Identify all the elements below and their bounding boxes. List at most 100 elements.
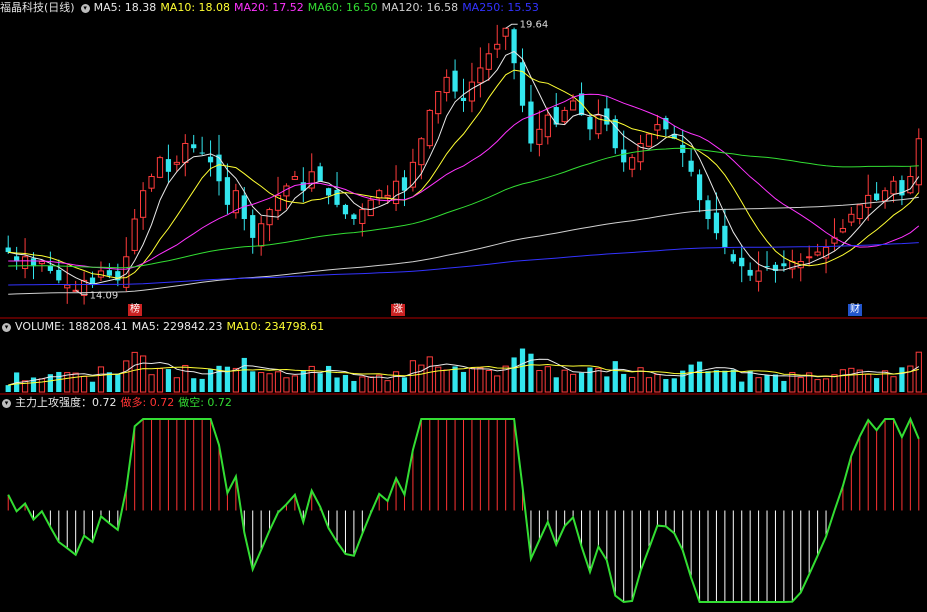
candle-body — [621, 149, 627, 163]
candle-body — [874, 193, 880, 201]
strength-panel-header: ▾ 主力上攻强度：0.72 做多: 0.72 做空: 0.72 — [0, 395, 240, 411]
strength-legend-item-0: 主力上攻强度：0.72 — [15, 396, 117, 409]
volume-bar — [56, 371, 62, 392]
volume-bar — [907, 365, 914, 393]
volume-legend: VOLUME: 188208.41 MA5: 229842.23 MA10: 234… — [15, 320, 328, 333]
strength-legend: 主力上攻强度：0.72 做多: 0.72 做空: 0.72 — [15, 396, 236, 409]
candle-body — [182, 142, 189, 163]
candle-body — [722, 225, 728, 248]
candle-body — [199, 152, 205, 154]
stock-name: 福晶科技(日线) — [0, 1, 75, 14]
candle-body — [856, 204, 863, 220]
candle-body — [173, 161, 180, 165]
volume-bar — [553, 377, 559, 392]
high-label: 19.64 — [520, 19, 549, 30]
candle-body — [342, 204, 349, 215]
candle-body — [64, 284, 71, 289]
candle-body — [460, 97, 467, 101]
candle-body — [477, 67, 484, 84]
volume-bar — [232, 367, 239, 393]
volume-bar — [241, 357, 247, 392]
candle-body — [814, 251, 821, 256]
volume-bar — [671, 378, 677, 392]
high-marker — [505, 23, 518, 29]
candle-body — [848, 213, 855, 223]
candle-body — [654, 124, 661, 131]
candle-body — [452, 70, 458, 92]
candle-body — [544, 114, 551, 138]
volume-bar — [595, 367, 602, 393]
candle-body — [915, 138, 922, 186]
volume-bar — [89, 381, 96, 392]
volume-bar — [822, 378, 830, 393]
volume-bar — [384, 380, 391, 393]
volume-bar — [351, 380, 357, 392]
volume-bar — [443, 369, 450, 393]
chevron-down-icon[interactable]: ▾ — [2, 322, 11, 332]
candle-body — [106, 270, 113, 276]
volume-bar — [409, 360, 417, 393]
candle-body — [317, 166, 323, 182]
volume-bar — [80, 375, 88, 393]
volume-bar — [874, 378, 880, 392]
candle-body — [755, 270, 762, 282]
volume-bar — [283, 377, 290, 393]
volume-bar — [191, 378, 197, 392]
candle-body — [384, 194, 391, 198]
candle-body — [502, 27, 509, 37]
candle-body — [224, 177, 231, 205]
volume-bar — [713, 370, 720, 392]
ma-legend-item-0: MA5: 18.38 — [93, 1, 157, 14]
volume-bar — [865, 373, 872, 393]
volume-bar — [460, 371, 467, 392]
volume-bar — [890, 376, 897, 393]
candle-body — [418, 138, 425, 166]
volume-legend-item-0: VOLUME: 188208.41 — [15, 320, 128, 333]
event-tag-zhang[interactable]: 涨 — [391, 304, 405, 316]
candle-body — [485, 53, 492, 70]
volume-bar — [569, 373, 577, 393]
volume-bar — [739, 381, 745, 392]
volume-bar — [207, 369, 214, 392]
ma-legend-item-4: MA120: 16.58 — [381, 1, 459, 14]
chevron-down-icon[interactable]: ▾ — [2, 398, 11, 408]
candle-body — [38, 261, 46, 265]
volume-bar — [224, 366, 231, 392]
candle-body — [553, 107, 559, 125]
chevron-down-icon[interactable]: ▾ — [80, 3, 90, 13]
candle-body — [443, 76, 450, 94]
volume-bar — [688, 364, 694, 392]
volume-bar — [578, 372, 585, 392]
candle-body — [97, 270, 105, 278]
candle-body — [359, 209, 366, 224]
volume-bar — [485, 369, 492, 393]
volume-bar — [781, 380, 787, 392]
ma20-line — [8, 93, 920, 270]
candle-body — [266, 209, 273, 226]
volume-bar — [856, 369, 863, 393]
volume-bar — [334, 377, 340, 392]
volume-panel-header: ▾ VOLUME: 188208.41 MA5: 229842.23 MA10: 23… — [0, 319, 332, 335]
candle-body — [739, 257, 745, 267]
candle-body — [30, 258, 37, 267]
candle-body — [5, 247, 11, 253]
volume-bar — [115, 373, 121, 392]
event-tag-cai[interactable]: 财 — [848, 304, 862, 316]
volume-bar — [148, 374, 155, 393]
candle-body — [367, 199, 374, 217]
candle-body — [426, 109, 433, 147]
candle-body — [140, 190, 147, 218]
volume-bar — [536, 370, 543, 393]
volume-bar — [140, 355, 147, 393]
event-tag-bang[interactable]: 榜 — [128, 304, 142, 316]
volume-bar — [915, 351, 922, 393]
candle-body — [435, 91, 442, 115]
candle-body — [907, 176, 914, 194]
volume-bar — [199, 378, 205, 392]
candle-body — [250, 215, 256, 238]
strength-legend-item-2: 做空: 0.72 — [178, 396, 232, 409]
volume-bar — [528, 353, 534, 392]
volume-bar — [561, 369, 568, 393]
volume-bar — [291, 375, 298, 393]
volume-bar — [705, 371, 711, 392]
